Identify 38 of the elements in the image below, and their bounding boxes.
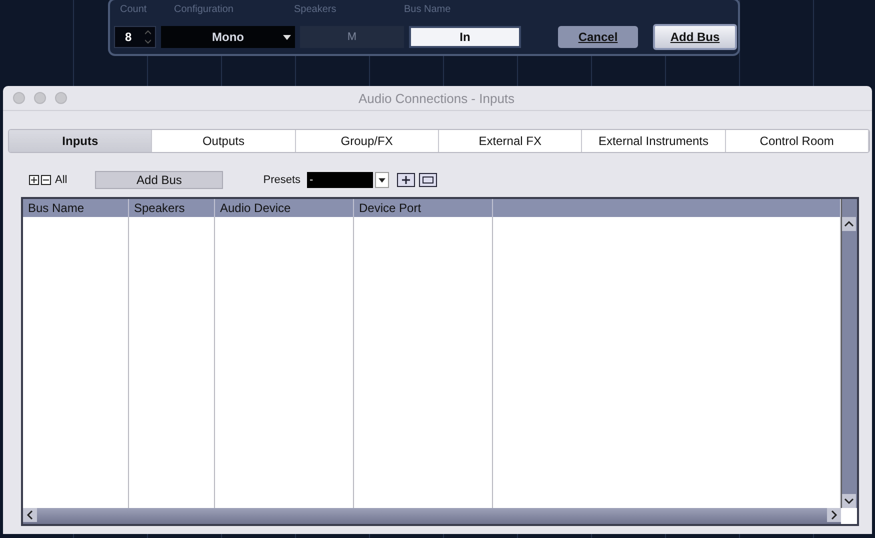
tab[interactable]: Inputs — [9, 130, 152, 152]
caret-icon — [283, 34, 291, 40]
tab[interactable]: Group/FX — [296, 130, 439, 152]
delete-preset-icon[interactable] — [418, 173, 437, 187]
column-header[interactable]: Audio Device — [215, 199, 354, 217]
tab[interactable]: External FX — [438, 130, 582, 152]
field-label: Count — [120, 4, 148, 17]
window-title: Audio Connections - Inputs — [357, 90, 516, 106]
scroll-down-icon[interactable] — [842, 494, 856, 508]
configuration-dropdown[interactable]: Mono — [161, 26, 295, 48]
collapse-icon[interactable] — [41, 175, 51, 185]
all-label: All — [55, 174, 68, 186]
cancel-button[interactable]: Cancel — [558, 26, 638, 48]
scroll-up-icon[interactable] — [842, 217, 856, 231]
field-label: Speakers — [294, 4, 338, 17]
column-header[interactable]: Device Port — [354, 199, 493, 217]
column-header[interactable]: Bus Name — [23, 199, 129, 217]
tab[interactable]: Outputs — [152, 130, 296, 152]
column-header[interactable]: Speakers — [129, 199, 215, 217]
count-spinner[interactable]: 8 — [114, 26, 156, 48]
add-bus-button[interactable]: Add Bus — [653, 24, 737, 50]
stepper-icon[interactable] — [145, 30, 151, 44]
scroll-right-icon[interactable] — [827, 508, 841, 522]
field-label: Configuration — [174, 4, 234, 17]
bus-name-field[interactable]: In — [409, 26, 521, 48]
presets-field[interactable]: - — [306, 172, 373, 188]
expand-icon[interactable] — [29, 175, 39, 185]
horizontal-scrollbar[interactable] — [23, 508, 841, 524]
speakers-field: M — [300, 26, 404, 48]
tab[interactable]: External Instruments — [582, 130, 726, 152]
vertical-scrollbar[interactable] — [841, 199, 857, 508]
add-bus-button[interactable]: Add Bus — [95, 171, 224, 189]
save-preset-icon[interactable] — [396, 173, 415, 187]
presets-label: Presets — [263, 174, 301, 186]
field-label: Bus Name — [404, 4, 452, 17]
scroll-left-icon[interactable] — [23, 508, 37, 522]
dropdown-caret-icon[interactable] — [374, 172, 389, 188]
tab[interactable]: Control Room — [726, 130, 869, 152]
